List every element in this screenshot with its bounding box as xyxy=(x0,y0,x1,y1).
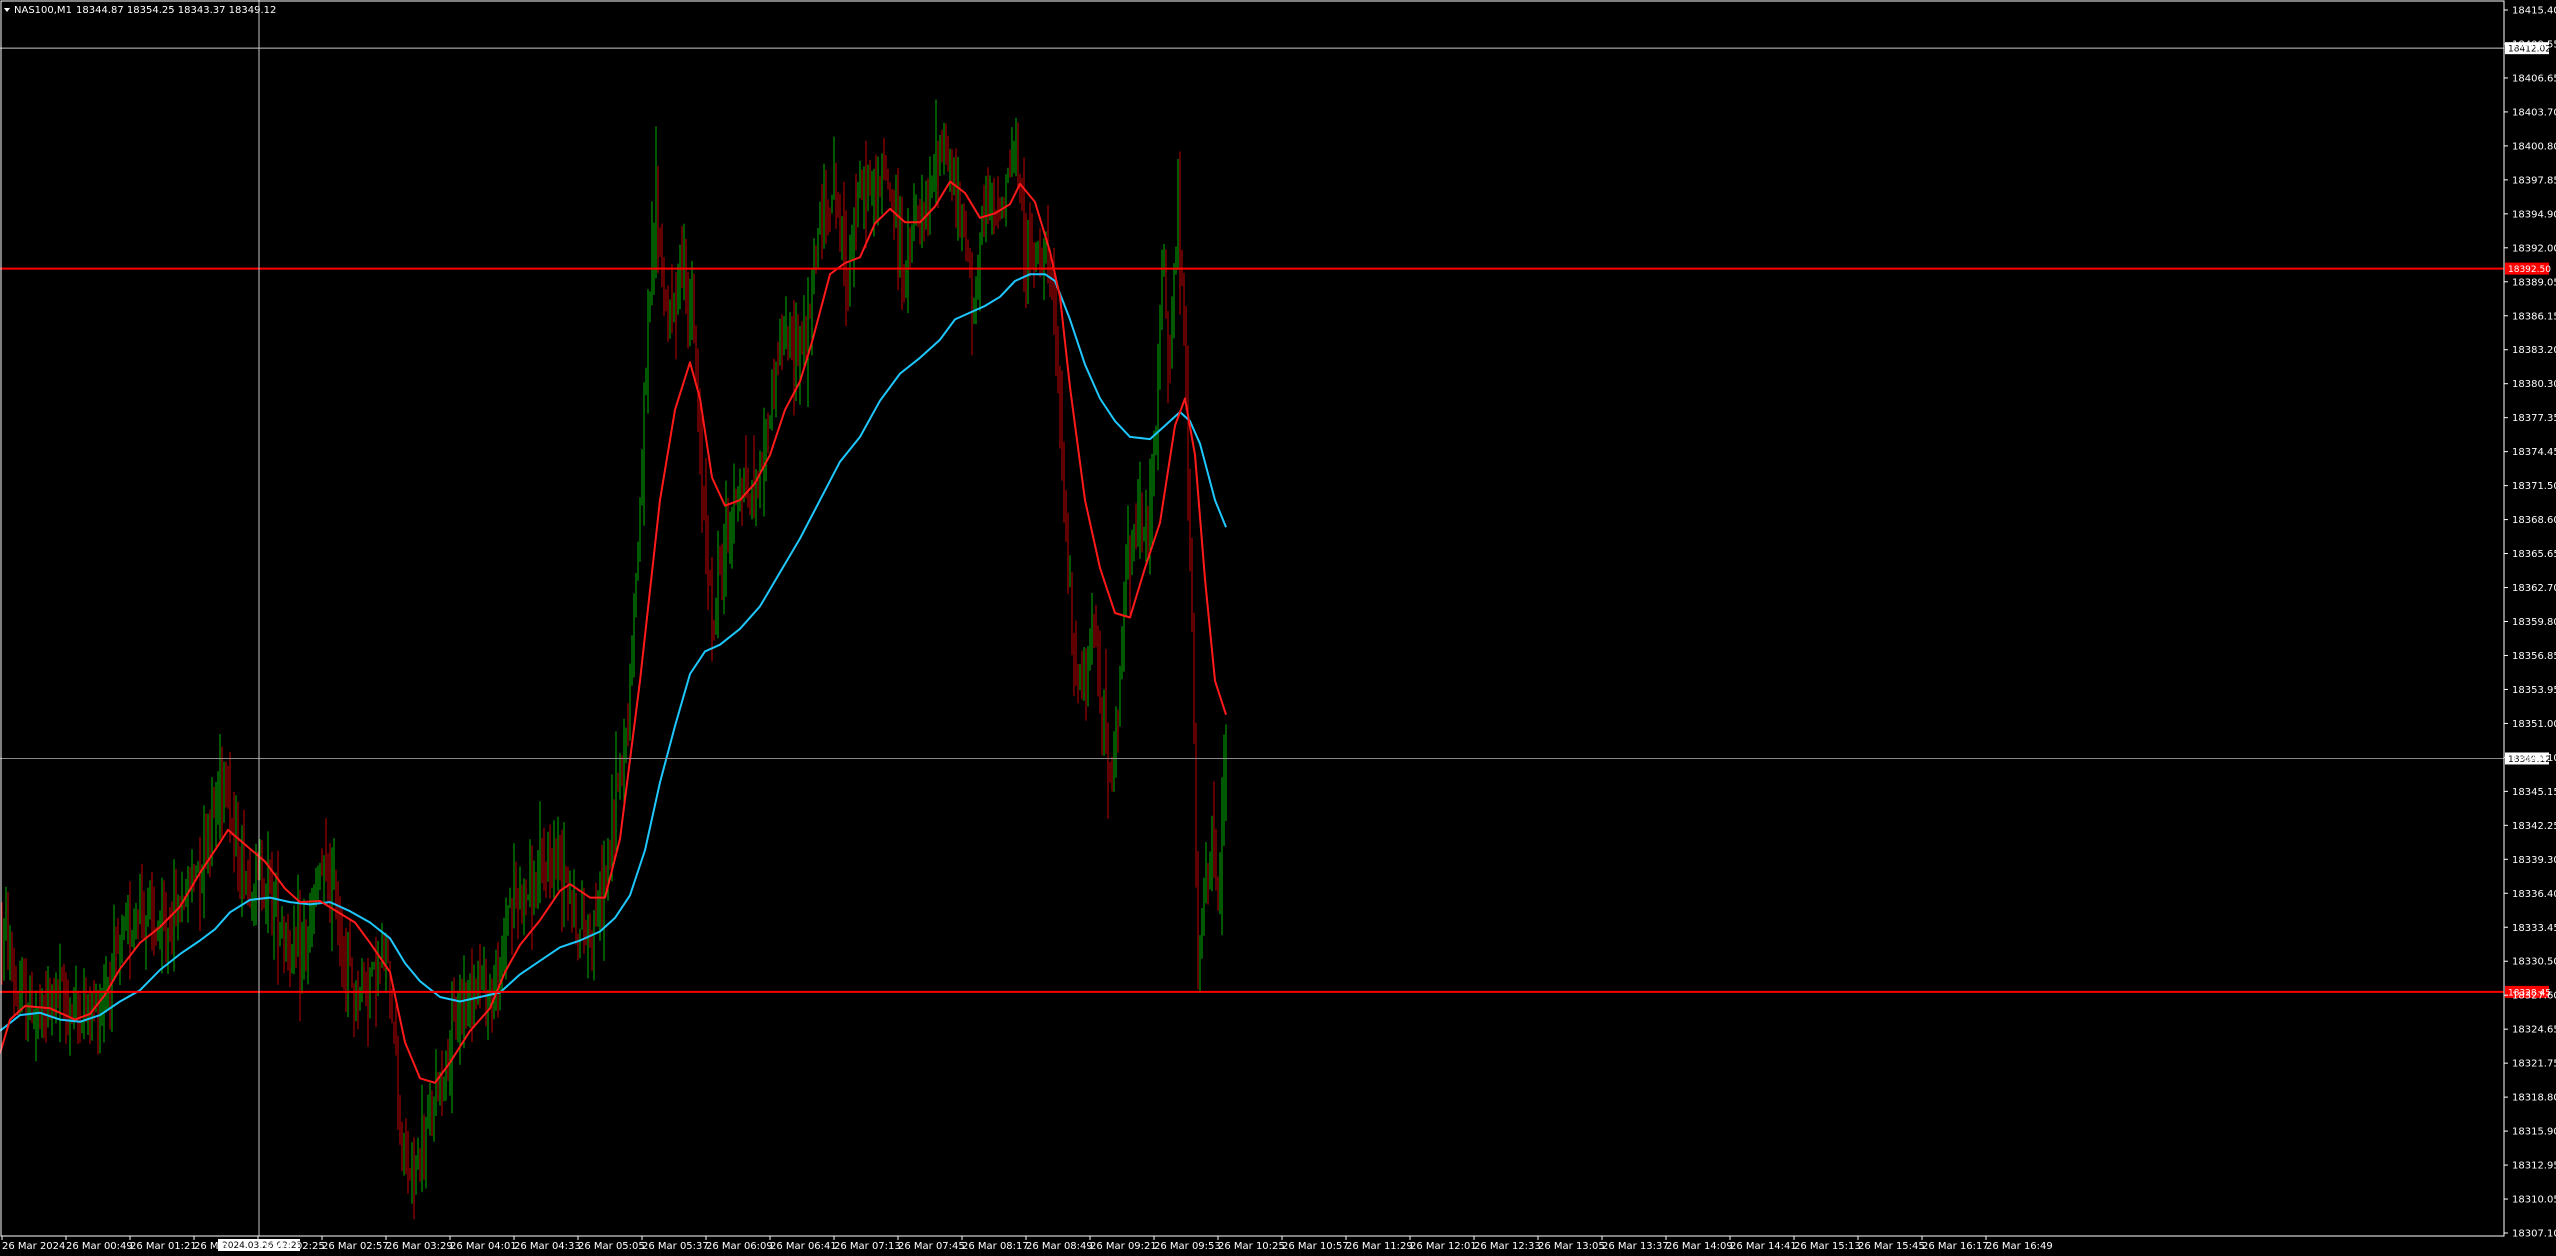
x-axis-tick-label: 26 Mar 10:25 xyxy=(1218,1241,1285,1252)
x-axis-tick-label: 26 Mar 05:37 xyxy=(642,1241,709,1252)
x-axis-tick-label: 26 Mar xyxy=(194,1241,230,1252)
x-axis-tick-label: 26 Mar 13:37 xyxy=(1602,1241,1669,1252)
y-axis-tick-label: 18330.50 xyxy=(2512,957,2556,968)
chart-header: NAS100,M1 18344.87 18354.25 18343.37 183… xyxy=(4,5,276,16)
y-axis-tick-label: 18383.20 xyxy=(2512,345,2556,356)
x-axis-tick-label: 26 Mar 08:49 xyxy=(1026,1241,1093,1252)
y-axis-tick-label: 18348.10 xyxy=(2512,753,2556,764)
x-axis-tick-label: 26 Mar 14:41 xyxy=(1730,1241,1797,1252)
x-axis-tick-label: 26 Mar 00:49 xyxy=(66,1241,133,1252)
x-axis-tick-label: 26 Mar 11:29 xyxy=(1346,1241,1413,1252)
y-axis-tick-label: 18406.65 xyxy=(2512,73,2556,84)
y-axis-tick-label: 18307.10 xyxy=(2512,1229,2556,1240)
x-axis-tick-label: 26 Mar 12:01 xyxy=(1410,1241,1477,1252)
x-axis-tick-label: 26 Mar 04:01 xyxy=(450,1241,517,1252)
x-axis-tick-label: 26 Mar 08:17 xyxy=(962,1241,1029,1252)
price-chart-canvas[interactable]: 18392.5018328.4518349.12 18412.022024.03… xyxy=(0,0,2556,1256)
y-axis-tick-label: 18359.80 xyxy=(2512,617,2556,628)
y-axis-tick-label: 18371.50 xyxy=(2512,481,2556,492)
x-axis-tick-label: 26 Mar 16:49 xyxy=(1986,1241,2053,1252)
symbol-label: NAS100,M1 xyxy=(14,5,72,16)
x-axis-tick-label: 26 Mar 15:45 xyxy=(1858,1241,1925,1252)
y-axis-tick-label: 18380.30 xyxy=(2512,379,2556,390)
y-axis-tick-label: 18415.40 xyxy=(2512,6,2556,17)
y-axis-tick-label: 18345.15 xyxy=(2512,787,2556,798)
y-axis-tick-label: 18394.90 xyxy=(2512,209,2556,220)
x-axis-tick-label: 26 Mar 09:21 xyxy=(1090,1241,1157,1252)
x-axis-tick-label: 26 Mar 12:33 xyxy=(1474,1241,1541,1252)
y-axis-tick-label: 18312.95 xyxy=(2512,1161,2556,1172)
y-axis-tick-label: 18377.35 xyxy=(2512,413,2556,424)
x-axis-tick-label: 26 Mar 04:33 xyxy=(514,1241,581,1252)
x-axis-tick-label: 26 Mar 06:41 xyxy=(770,1241,837,1252)
x-axis-tick-label: 26 Mar 14:09 xyxy=(1666,1241,1733,1252)
x-axis-tick-label: 26 Mar 13:05 xyxy=(1538,1241,1605,1252)
y-axis-tick-label: 18386.15 xyxy=(2512,311,2556,322)
x-axis-tick-label: 26 Mar 15:13 xyxy=(1794,1241,1861,1252)
x-axis-tick-label: 26 Mar 2024 xyxy=(2,1241,65,1252)
y-axis-tick-label: 18389.05 xyxy=(2512,277,2556,288)
y-axis-tick-label: 18310.05 xyxy=(2512,1195,2556,1206)
x-axis-tick-label: 26 Mar 01:21 xyxy=(130,1241,197,1252)
x-axis-tick-label: 26 Mar 05:05 xyxy=(578,1241,645,1252)
x-axis-tick-label: 26 Mar 02:25 xyxy=(258,1241,325,1252)
horizontal-line-price-label: 18392.50 xyxy=(2508,265,2551,275)
trading-chart-window[interactable]: 18392.50 18328.45 18349.12 18412.02 2024.03… xyxy=(0,0,2556,1256)
y-axis-tick-label: 18339.30 xyxy=(2512,855,2556,866)
y-axis-tick-label: 18327.60 xyxy=(2512,991,2556,1002)
x-axis-tick-label: 26 Mar 06:09 xyxy=(706,1241,773,1252)
y-axis-tick-label: 18353.95 xyxy=(2512,685,2556,696)
x-axis-tick-label: 26 Mar 03:29 xyxy=(386,1241,453,1252)
y-axis-tick-label: 18336.40 xyxy=(2512,889,2556,900)
y-axis-tick-label: 18342.25 xyxy=(2512,821,2556,832)
y-axis-tick-label: 18397.85 xyxy=(2512,175,2556,186)
y-axis-tick-label: 18356.85 xyxy=(2512,651,2556,662)
y-axis-tick-label: 18318.80 xyxy=(2512,1093,2556,1104)
y-axis-tick-label: 18362.70 xyxy=(2512,583,2556,594)
y-axis-tick-label: 18365.65 xyxy=(2512,549,2556,560)
x-axis-tick-label: 26 Mar 16:17 xyxy=(1922,1241,1989,1252)
y-axis-tick-label: 18315.90 xyxy=(2512,1127,2556,1138)
y-axis-tick-label: 18368.60 xyxy=(2512,515,2556,526)
x-axis-tick-label: 26 Mar 02:57 xyxy=(322,1241,389,1252)
y-axis-tick-label: 18374.45 xyxy=(2512,447,2556,458)
y-axis-tick-label: 18392.00 xyxy=(2512,243,2556,254)
x-axis-tick-label: 26 Mar 10:57 xyxy=(1282,1241,1349,1252)
y-axis-tick-label: 18409.55 xyxy=(2512,39,2556,50)
x-axis-tick-label: 26 Mar 07:45 xyxy=(898,1241,965,1252)
y-axis-tick-label: 18400.80 xyxy=(2512,141,2556,152)
y-axis-tick-label: 18324.65 xyxy=(2512,1025,2556,1036)
ohlc-header: 18344.87 18354.25 18343.37 18349.12 xyxy=(76,5,276,16)
y-axis-tick-label: 18333.45 xyxy=(2512,923,2556,934)
x-axis-tick-label: 26 Mar 09:53 xyxy=(1154,1241,1221,1252)
y-axis-tick-label: 18321.75 xyxy=(2512,1059,2556,1070)
y-axis-tick-label: 18351.00 xyxy=(2512,719,2556,730)
x-axis-tick-label: 26 Mar 07:13 xyxy=(834,1241,901,1252)
y-axis-tick-label: 18403.70 xyxy=(2512,107,2556,118)
